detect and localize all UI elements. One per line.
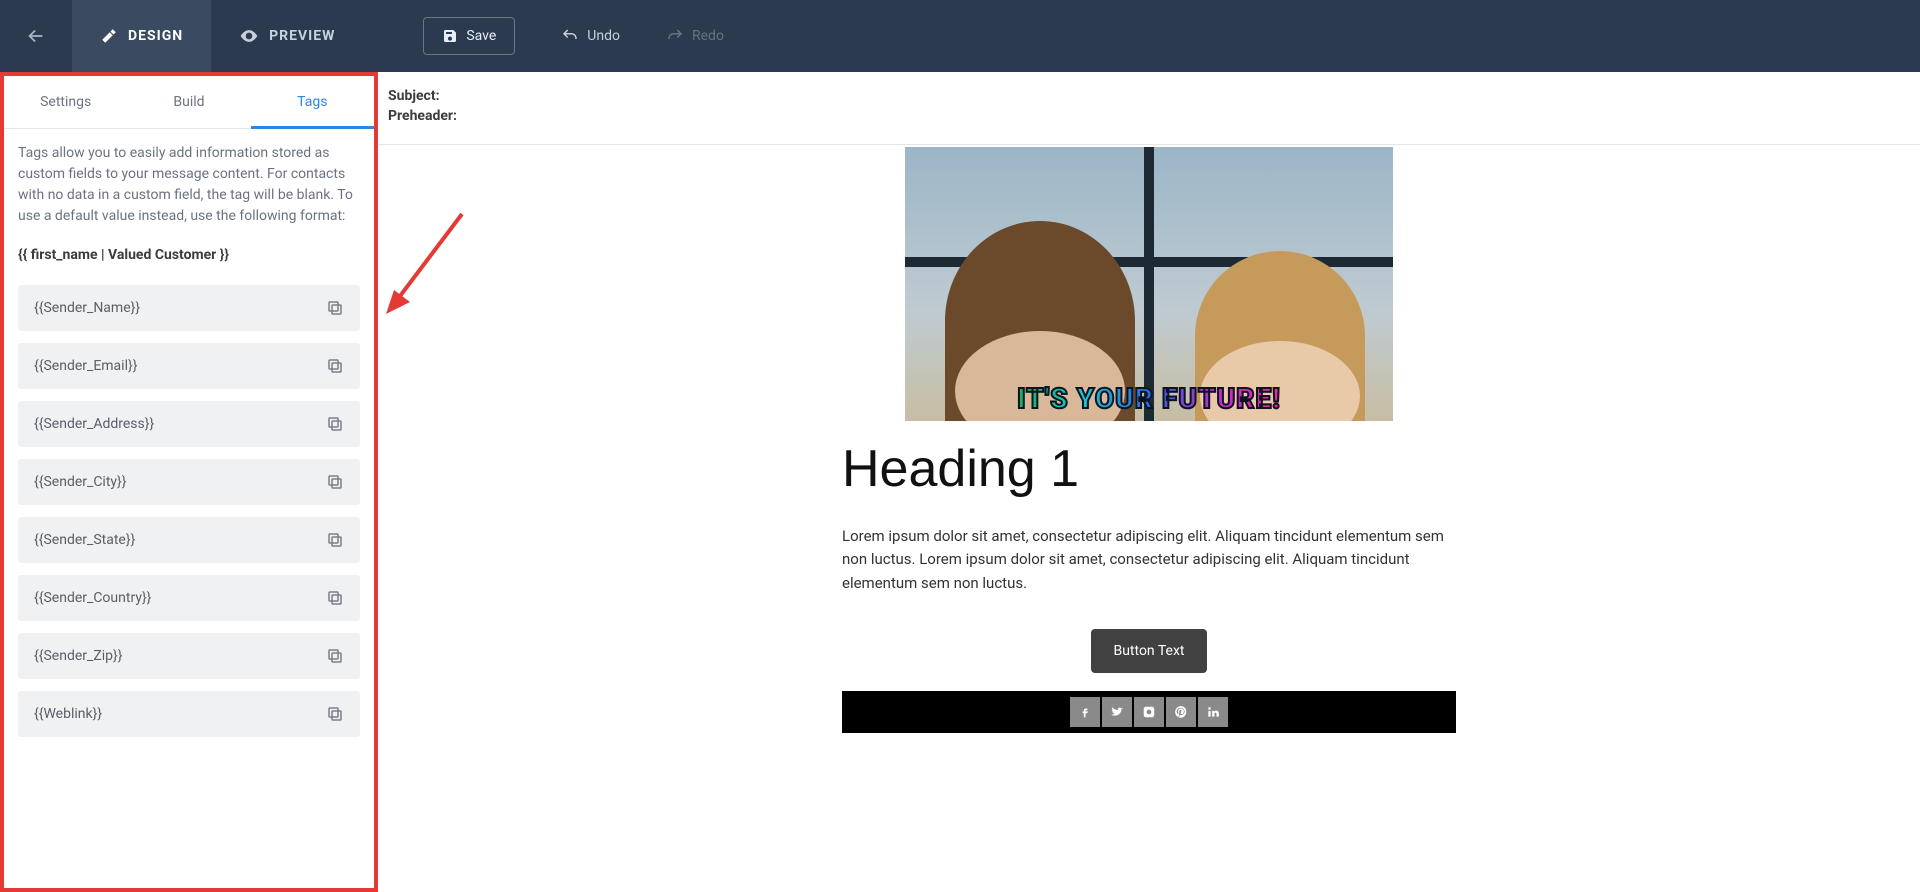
tab-build[interactable]: Build — [127, 76, 250, 128]
divider — [378, 144, 1920, 145]
save-icon — [442, 28, 458, 44]
tag-item[interactable]: {{Sender_Email}} — [18, 343, 360, 389]
undo-icon — [561, 27, 579, 45]
tag-item[interactable]: {{Sender_Zip}} — [18, 633, 360, 679]
copy-icon[interactable] — [326, 415, 344, 433]
social-bar — [842, 691, 1456, 733]
undo-button[interactable]: Undo — [561, 27, 620, 45]
tags-example: {{ first_name | Valued Customer }} — [18, 247, 360, 263]
facebook-icon[interactable] — [1070, 697, 1100, 727]
tag-item-label: {{Weblink}} — [34, 706, 102, 722]
tag-item-label: {{Sender_Address}} — [34, 416, 154, 432]
tab-tags[interactable]: Tags — [251, 76, 374, 128]
copy-icon[interactable] — [326, 531, 344, 549]
body-text[interactable]: Lorem ipsum dolor sit amet, consectetur … — [842, 525, 1456, 595]
email-body: IT'S YOUR FUTURE! Heading 1 Lorem ipsum … — [842, 147, 1456, 733]
preheader-label: Preheader: — [388, 108, 1920, 124]
save-button-label: Save — [466, 28, 496, 44]
hero-image[interactable]: IT'S YOUR FUTURE! — [905, 147, 1393, 421]
linkedin-icon[interactable] — [1198, 697, 1228, 727]
copy-icon[interactable] — [326, 705, 344, 723]
copy-icon[interactable] — [326, 473, 344, 491]
preview-tab-label: PREVIEW — [269, 28, 335, 44]
save-button[interactable]: Save — [423, 17, 515, 55]
back-button[interactable] — [0, 0, 72, 72]
instagram-icon[interactable] — [1134, 697, 1164, 727]
design-tab[interactable]: DESIGN — [72, 0, 211, 72]
design-tab-label: DESIGN — [128, 28, 183, 44]
subject-label: Subject: — [388, 88, 1920, 104]
copy-icon[interactable] — [326, 357, 344, 375]
tag-item[interactable]: {{Weblink}} — [18, 691, 360, 737]
copy-icon[interactable] — [326, 647, 344, 665]
tab-settings[interactable]: Settings — [4, 76, 127, 128]
tag-item-label: {{Sender_Country}} — [34, 590, 151, 606]
tag-item-label: {{Sender_State}} — [34, 532, 135, 548]
tag-item-label: {{Sender_Name}} — [34, 300, 140, 316]
hero-caption: IT'S YOUR FUTURE! — [1017, 382, 1281, 415]
tag-item-label: {{Sender_City}} — [34, 474, 127, 490]
tag-item[interactable]: {{Sender_City}} — [18, 459, 360, 505]
arrow-left-icon — [25, 25, 47, 47]
eye-icon — [239, 26, 259, 46]
tags-description: Tags allow you to easily add information… — [18, 143, 360, 227]
twitter-icon[interactable] — [1102, 697, 1132, 727]
tag-item-label: {{Sender_Email}} — [34, 358, 137, 374]
pinterest-icon[interactable] — [1166, 697, 1196, 727]
preview-tab[interactable]: PREVIEW — [211, 0, 363, 72]
copy-icon[interactable] — [326, 589, 344, 607]
cta-button[interactable]: Button Text — [1091, 629, 1206, 673]
sidebar-scroll[interactable]: Tags allow you to easily add information… — [4, 129, 374, 888]
redo-button: Redo — [666, 27, 724, 45]
brush-icon — [100, 27, 118, 45]
tag-item[interactable]: {{Sender_State}} — [18, 517, 360, 563]
tag-item[interactable]: {{Sender_Name}} — [18, 285, 360, 331]
sidebar-tabs: Settings Build Tags — [4, 76, 374, 129]
tag-item[interactable]: {{Sender_Address}} — [18, 401, 360, 447]
redo-label: Redo — [692, 28, 724, 44]
heading-1[interactable]: Heading 1 — [842, 439, 1456, 499]
redo-icon — [666, 27, 684, 45]
tag-item[interactable]: {{Sender_Country}} — [18, 575, 360, 621]
cta-wrap: Button Text — [842, 629, 1456, 673]
undo-label: Undo — [587, 28, 620, 44]
tag-item-label: {{Sender_Zip}} — [34, 648, 122, 664]
copy-icon[interactable] — [326, 299, 344, 317]
topbar: DESIGN PREVIEW Save Undo Redo — [0, 0, 1920, 72]
canvas[interactable]: Subject: Preheader: IT'S YOUR FUTURE! He… — [378, 72, 1920, 892]
main: Settings Build Tags Tags allow you to ea… — [0, 72, 1920, 892]
tag-list: {{Sender_Name}} {{Sender_Email}} {{Sender_… — [18, 285, 360, 737]
email-meta: Subject: Preheader: — [378, 72, 1920, 144]
sidebar: Settings Build Tags Tags allow you to ea… — [0, 72, 378, 892]
